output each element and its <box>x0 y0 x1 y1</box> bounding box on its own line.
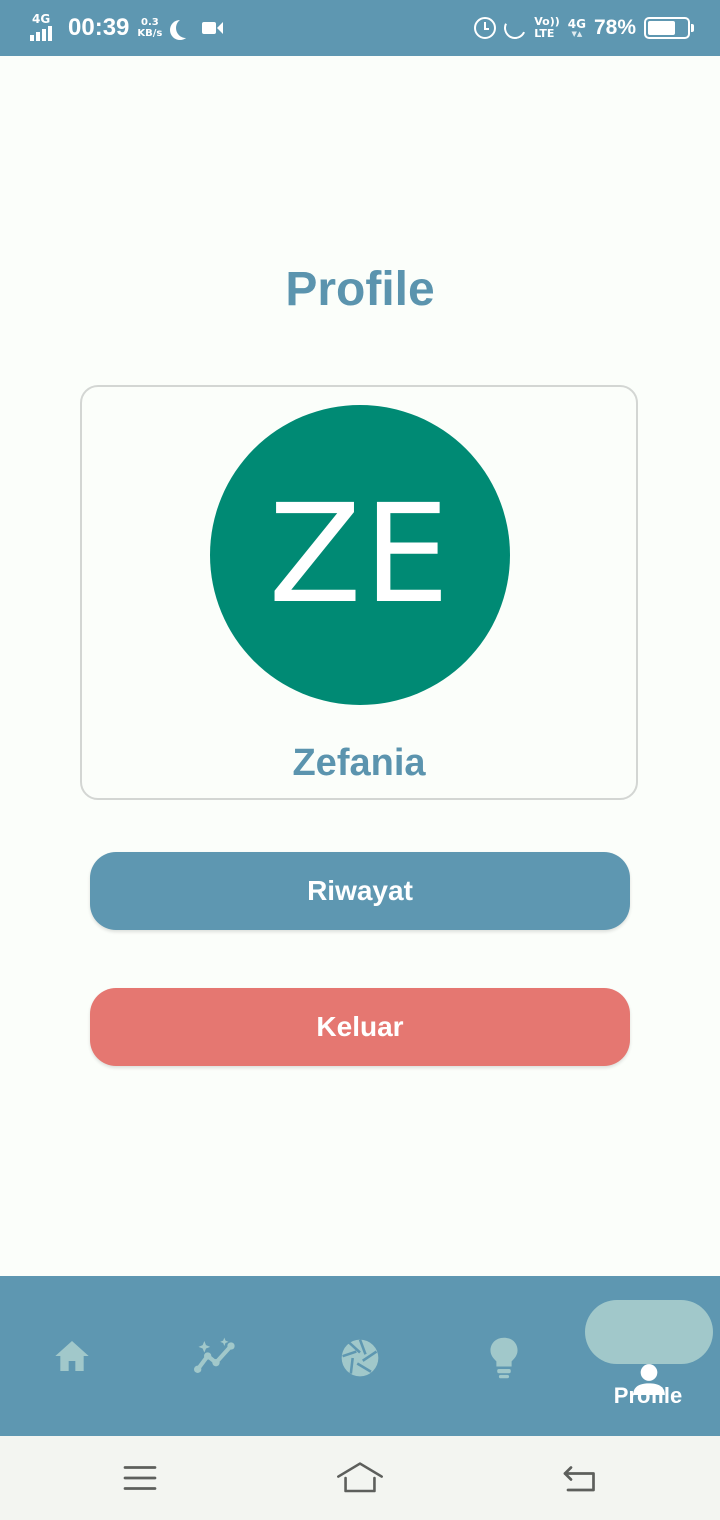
nav-label-profile: Profile <box>613 1383 683 1408</box>
system-nav-bar <box>0 1436 720 1520</box>
menu-icon[interactable] <box>122 1460 158 1496</box>
home-icon <box>55 1341 89 1371</box>
nav-item-profile[interactable]: Profile <box>576 1276 720 1436</box>
network-speed-unit: KB/s <box>137 28 163 39</box>
avatar: ZE <box>210 405 510 705</box>
profile-name: Zefania <box>292 742 426 784</box>
moon-outline-icon <box>501 13 530 43</box>
network-speed: 0.3 KB/s <box>137 17 162 39</box>
avatar-initials: ZE <box>268 476 452 634</box>
logout-button[interactable]: Keluar <box>90 988 630 1066</box>
nav-item-camera[interactable] <box>288 1276 432 1436</box>
camera-aperture-icon <box>341 1339 379 1377</box>
back-icon[interactable] <box>562 1460 598 1496</box>
lightbulb-icon <box>490 1337 518 1379</box>
nav-item-home[interactable] <box>0 1276 144 1436</box>
video-icon <box>202 22 224 34</box>
profile-card: ZE Zefania <box>80 385 638 800</box>
battery-icon <box>644 17 694 39</box>
nav-item-tips[interactable] <box>432 1276 576 1436</box>
status-time: 00:39 <box>68 14 130 41</box>
moon-icon <box>176 18 196 38</box>
network-type: 4G <box>32 12 51 26</box>
volte-indicator: Vo)) LTE <box>534 16 560 40</box>
volte-bottom: LTE <box>534 27 555 40</box>
alarm-icon <box>474 17 497 39</box>
page-title: Profile <box>285 263 435 316</box>
net-type: 4G <box>567 17 586 31</box>
network-4g-indicator: 4G ▼▲ <box>568 18 586 38</box>
bottom-nav: Profile <box>0 1276 720 1436</box>
active-tab-indicator <box>585 1300 713 1395</box>
network-speed-value: 0.3 <box>141 17 159 28</box>
history-button[interactable]: Riwayat <box>90 852 630 930</box>
status-bar: 4G 00:39 0.3 KB/s Vo)) LTE 4G ▼▲ 78% <box>0 0 720 56</box>
trend-chart-icon <box>194 1337 235 1373</box>
battery-percent: 78% <box>593 16 636 39</box>
data-arrows-icon: ▼▲ <box>571 30 583 38</box>
signal-icon: 4G <box>30 13 60 43</box>
home-outline-icon[interactable] <box>334 1460 386 1496</box>
nav-item-stats[interactable] <box>144 1276 288 1436</box>
battery-fill <box>648 21 675 35</box>
